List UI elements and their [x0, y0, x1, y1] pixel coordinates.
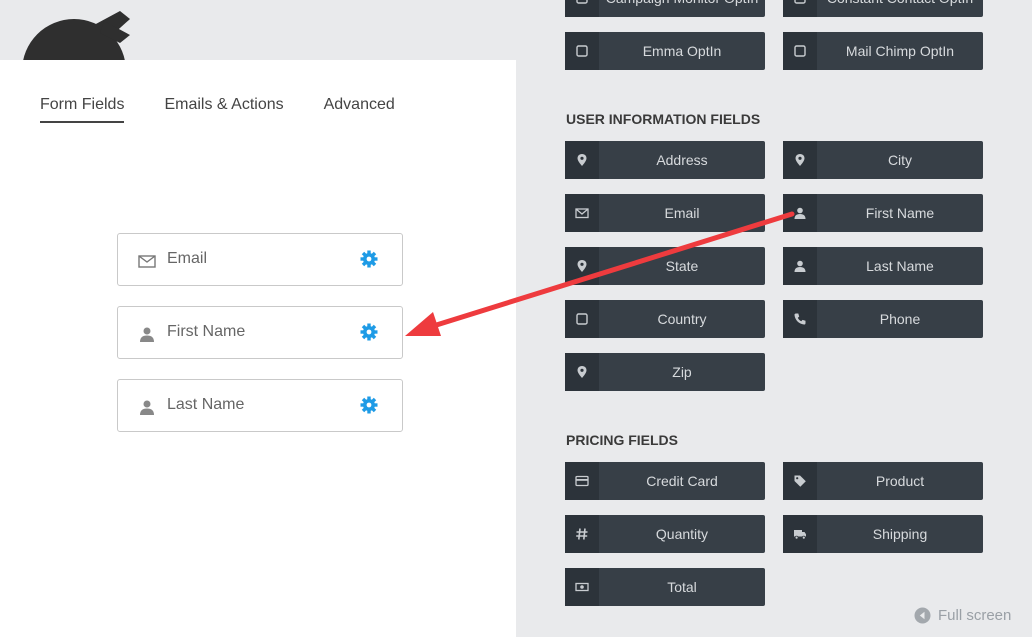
field-label: Last Name — [167, 396, 245, 413]
field-button-label: Quantity — [655, 526, 709, 542]
field-button-emma-optin[interactable]: Emma OptIn — [565, 32, 765, 70]
field-button-label: State — [665, 258, 699, 274]
checkbox-icon — [576, 0, 588, 4]
form-field-email[interactable]: Email — [117, 233, 403, 286]
field-button-label: Mail Chimp OptIn — [845, 43, 955, 59]
field-button-shipping[interactable]: Shipping — [783, 515, 983, 553]
section-title-user-info: USER INFORMATION FIELDS — [566, 111, 761, 127]
field-button-quantity[interactable]: Quantity — [565, 515, 765, 553]
envelope-icon — [138, 255, 156, 268]
field-label: Email — [167, 250, 208, 267]
map-marker-icon — [577, 366, 587, 378]
field-button-label: Email — [664, 205, 700, 221]
field-button-label: City — [887, 152, 913, 168]
field-button-label: Address — [656, 152, 708, 168]
field-button-last-name[interactable]: Last Name — [783, 247, 983, 285]
user-icon — [794, 207, 806, 219]
fullscreen-label: Full screen — [938, 607, 1012, 624]
form-field-first-name[interactable]: First Name — [117, 306, 403, 359]
tab-emails-actions[interactable]: Emails & Actions — [164, 96, 283, 123]
fullscreen-button[interactable]: Full screen — [914, 607, 1011, 624]
field-button-zip[interactable]: Zip — [565, 353, 765, 391]
field-button-label: Last Name — [866, 258, 934, 274]
field-button-city[interactable]: City — [783, 141, 983, 179]
field-button-phone[interactable]: Phone — [783, 300, 983, 338]
field-button-label: Total — [667, 579, 697, 595]
field-button-label: Phone — [879, 311, 921, 327]
field-button-credit-card[interactable]: Credit Card — [565, 462, 765, 500]
checkbox-icon — [794, 45, 806, 57]
gear-icon[interactable] — [360, 396, 378, 414]
field-button-label: Credit Card — [646, 473, 718, 489]
gear-icon[interactable] — [360, 323, 378, 341]
field-button-campaign-monitor-optin[interactable]: Campaign Monitor OptIn — [565, 0, 765, 17]
section-title-pricing: PRICING FIELDS — [566, 432, 679, 448]
field-button-label: First Name — [865, 205, 935, 221]
hash-icon — [576, 528, 588, 540]
envelope-icon — [575, 208, 589, 219]
credit-card-icon — [575, 475, 589, 487]
checkbox-icon — [576, 313, 588, 325]
money-icon — [575, 582, 589, 592]
field-button-label: Country — [657, 311, 707, 327]
field-button-address[interactable]: Address — [565, 141, 765, 179]
field-label: First Name — [167, 323, 246, 340]
field-button-product[interactable]: Product — [783, 462, 983, 500]
checkbox-icon — [794, 0, 806, 4]
map-marker-icon — [577, 260, 587, 272]
field-button-total[interactable]: Total — [565, 568, 765, 606]
checkbox-icon — [576, 45, 588, 57]
field-button-email[interactable]: Email — [565, 194, 765, 232]
field-button-label: Constant Contact OptIn — [817, 0, 983, 17]
truck-icon — [794, 530, 806, 540]
field-button-label: Campaign Monitor OptIn — [599, 0, 765, 17]
field-button-country[interactable]: Country — [565, 300, 765, 338]
form-field-last-name[interactable]: Last Name — [117, 379, 403, 432]
play-back-icon — [914, 607, 931, 624]
user-icon — [140, 327, 154, 342]
field-button-label: Shipping — [872, 526, 928, 542]
tab-advanced[interactable]: Advanced — [324, 96, 395, 123]
user-icon — [794, 260, 806, 272]
map-marker-icon — [577, 154, 587, 166]
field-button-label: Product — [875, 473, 925, 489]
field-button-label: Emma OptIn — [642, 43, 722, 59]
field-button-first-name[interactable]: First Name — [783, 194, 983, 232]
tag-icon — [794, 475, 806, 487]
user-icon — [140, 400, 154, 415]
field-button-mail-chimp-optin[interactable]: Mail Chimp OptIn — [783, 32, 983, 70]
gear-icon[interactable] — [360, 250, 378, 268]
field-button-constant-contact-optin[interactable]: Constant Contact OptIn — [783, 0, 983, 17]
tab-form-fields[interactable]: Form Fields — [40, 96, 125, 123]
phone-icon — [794, 313, 806, 325]
field-button-state[interactable]: State — [565, 247, 765, 285]
tab-bar: Form Fields Emails & Actions Advanced — [40, 96, 435, 123]
field-button-label: Zip — [672, 364, 692, 380]
map-marker-icon — [795, 154, 805, 166]
